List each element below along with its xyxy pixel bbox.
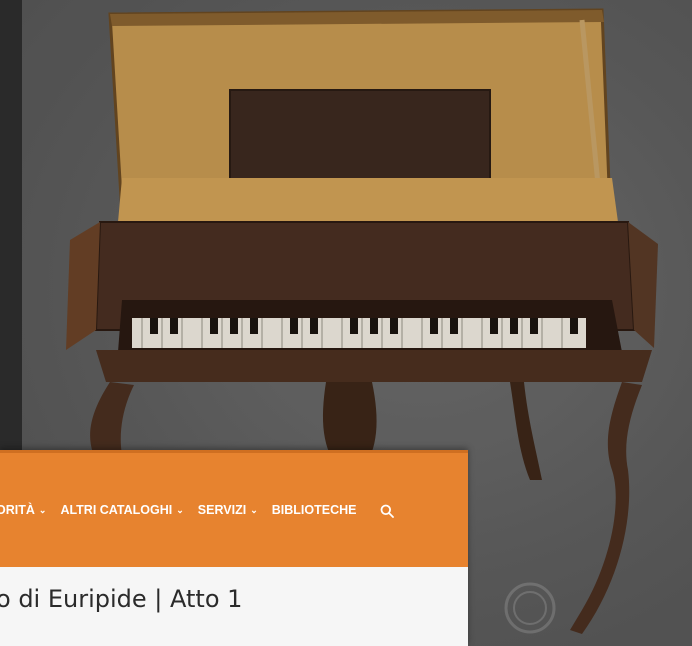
page-title: o di Euripide | Atto 1 <box>0 585 243 613</box>
nav-item-servizi[interactable]: SERVIZI ⌄ <box>198 503 258 517</box>
nav-item-label: BIBLIOTECHE <box>271 503 357 517</box>
chevron-down-icon: ⌄ <box>176 505 184 515</box>
title-bar: o di Euripide | Atto 1 <box>0 567 468 646</box>
nav-item-autorita[interactable]: ORITÀ ⌄ <box>0 503 46 517</box>
main-navbar: ORITÀ ⌄ ALTRI CATALOGHI ⌄ SERVIZI ⌄ BIBL… <box>0 450 468 567</box>
watermark-seal <box>502 580 692 640</box>
chevron-down-icon: ⌄ <box>250 505 258 515</box>
search-icon[interactable] <box>380 503 395 518</box>
nav-item-altri-cataloghi[interactable]: ALTRI CATALOGHI ⌄ <box>60 503 183 517</box>
nav-item-biblioteche[interactable]: BIBLIOTECHE <box>272 503 357 517</box>
seal-icon <box>504 582 556 634</box>
nav-item-label: ORITÀ <box>0 503 35 517</box>
chevron-down-icon: ⌄ <box>38 505 47 515</box>
nav-menu: ORITÀ ⌄ ALTRI CATALOGHI ⌄ SERVIZI ⌄ BIBL… <box>0 503 395 518</box>
nav-item-label: SERVIZI <box>197 503 247 517</box>
nav-item-label: ALTRI CATALOGHI <box>60 503 173 517</box>
website-window: ORITÀ ⌄ ALTRI CATALOGHI ⌄ SERVIZI ⌄ BIBL… <box>0 450 468 646</box>
